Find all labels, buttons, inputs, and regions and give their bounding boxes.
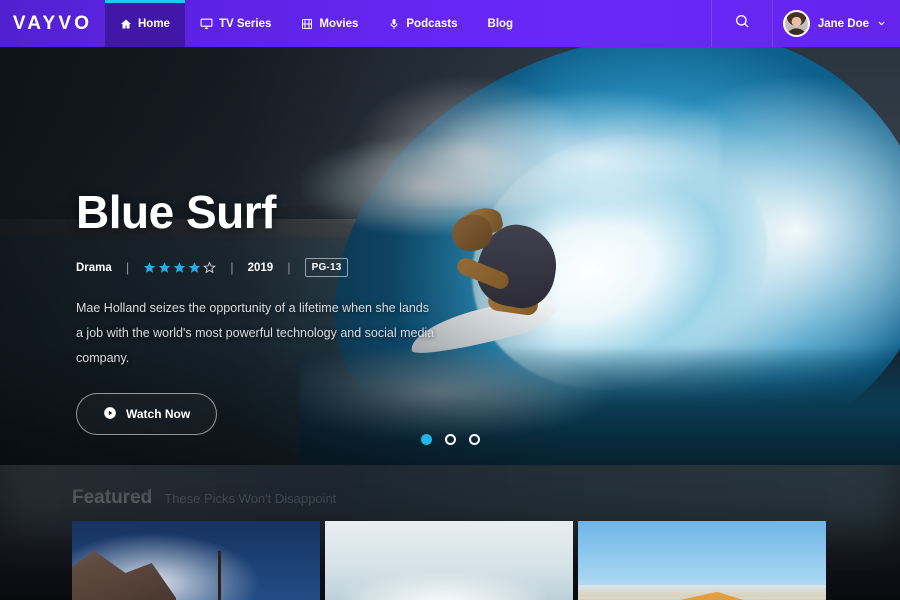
hero-genre: Drama: [76, 261, 112, 274]
avatar: [782, 10, 810, 37]
star-icon-filled: [188, 261, 201, 274]
logo[interactable]: VAYVO: [0, 0, 105, 47]
hero-year: 2019: [247, 261, 274, 274]
star-icon-filled: [143, 261, 156, 274]
watch-now-label: Watch Now: [126, 407, 191, 421]
hero-meta-row: Drama | | 2019 | PG-13: [76, 258, 476, 277]
film-icon: [301, 18, 313, 30]
nav-item-movies[interactable]: Movies: [286, 0, 373, 47]
microphone-icon: [388, 18, 400, 30]
search-button[interactable]: [710, 0, 773, 47]
hero-title: Blue Surf: [76, 186, 276, 238]
carousel-dots: [0, 434, 900, 445]
user-menu[interactable]: Jane Doe: [773, 0, 900, 47]
play-circle-icon: [103, 406, 117, 423]
card2-cloud: [343, 573, 543, 600]
hero-description: Mae Holland seizes the opportunity of a …: [76, 301, 435, 365]
featured-section: Featured These Picks Won't Disappoint: [0, 465, 900, 600]
featured-card-3[interactable]: [578, 521, 826, 600]
meta-divider: |: [287, 260, 291, 275]
star-icon-filled: [173, 261, 186, 274]
nav-item-podcasts-label: Podcasts: [406, 17, 458, 30]
meta-divider: |: [125, 260, 130, 275]
watch-now-button[interactable]: Watch Now: [76, 393, 218, 435]
featured-card-1[interactable]: [72, 521, 320, 600]
hero-banner: Blue Surf Drama | | 2019 | PG-13 Mae Hol…: [0, 47, 900, 465]
nav-item-movies-label: Movies: [319, 17, 359, 30]
featured-card-list: [0, 509, 900, 600]
nav-item-tv-series[interactable]: TV Series: [185, 0, 286, 47]
card1-rock: [72, 551, 176, 600]
star-rating: [143, 261, 217, 274]
home-icon: [120, 18, 132, 30]
featured-card-2[interactable]: [325, 521, 573, 600]
star-icon-empty: [203, 261, 217, 274]
navbar-right: Jane Doe: [710, 0, 900, 47]
monitor-icon: [200, 17, 213, 30]
star-icon-filled: [158, 261, 171, 274]
main-menu: Home TV Series Movies Podcasts Blog: [105, 0, 528, 47]
hero-content: Blue Surf Drama | | 2019 | PG-13 Mae Hol…: [76, 189, 476, 435]
carousel-dot-3[interactable]: [468, 434, 480, 445]
nav-item-home[interactable]: Home: [105, 0, 185, 47]
top-navbar: VAYVO Home TV Series Movies Podcasts Blo…: [0, 0, 900, 47]
nav-item-blog-label: Blog: [487, 17, 514, 30]
age-rating-badge: PG-13: [304, 258, 349, 277]
carousel-dot-1[interactable]: [420, 434, 432, 445]
logo-text: VAYVO: [12, 12, 93, 34]
nav-item-blog[interactable]: Blog: [473, 0, 529, 47]
chevron-down-icon: [877, 15, 886, 33]
card1-pole: [218, 551, 221, 600]
meta-divider: |: [230, 260, 234, 275]
nav-item-home-label: Home: [138, 17, 170, 30]
user-name: Jane Doe: [817, 17, 869, 30]
carousel-dot-2[interactable]: [444, 434, 456, 445]
search-icon: [734, 13, 750, 34]
nav-item-tv-series-label: TV Series: [218, 17, 272, 30]
nav-item-podcasts[interactable]: Podcasts: [373, 0, 472, 47]
